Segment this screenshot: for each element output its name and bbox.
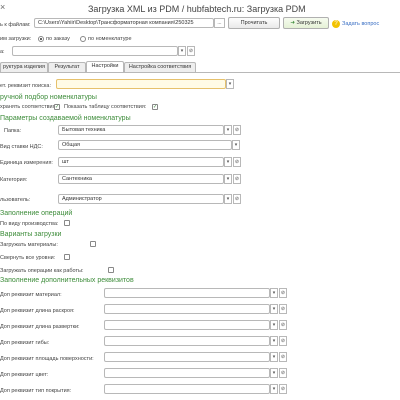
folder-open-icon[interactable]: ⊘ xyxy=(233,125,241,135)
search-attr-dropdown-icon[interactable]: ▾ xyxy=(226,79,234,89)
ask-question-link[interactable]: Задать вопрос xyxy=(342,21,379,27)
extra-material-open-icon[interactable]: ⊘ xyxy=(279,288,287,298)
load-materials-checkbox[interactable] xyxy=(90,241,96,247)
read-button[interactable]: Прочитать xyxy=(228,17,280,29)
mode-label: им загрузки: xyxy=(0,36,32,42)
extra-unfold-length-input[interactable] xyxy=(104,320,270,330)
extra-coating-open-icon[interactable]: ⊘ xyxy=(279,384,287,394)
folder-label: Папка: xyxy=(4,128,22,134)
extra-material-label: Доп реквизит материал: xyxy=(0,292,62,298)
extra-bends-input[interactable] xyxy=(104,336,270,346)
category-label: Категория: xyxy=(0,177,28,183)
collapse-levels-label: Свернуть все уровни: xyxy=(0,255,56,261)
extra-color-dropdown-icon[interactable]: ▾ xyxy=(270,368,278,378)
search-attr-input[interactable] xyxy=(56,79,226,89)
load-button[interactable]: ➜ Загрузить xyxy=(283,17,329,29)
save-mapping-label: хранять соответствия: xyxy=(0,104,58,110)
load-ops-label: Загружать операции как работы: xyxy=(0,268,84,274)
unit-input[interactable]: шт xyxy=(58,157,224,167)
unit-label: Единица измерения: xyxy=(0,160,53,166)
user-label: льзователь: xyxy=(0,197,31,203)
vat-label: Вид ставки НДС: xyxy=(0,144,43,150)
extra-bends-dropdown-icon[interactable]: ▾ xyxy=(270,336,278,346)
close-icon[interactable]: × xyxy=(0,2,6,12)
extra-unfold-length-label: Доп реквизит длина развертки: xyxy=(0,324,80,330)
mode-order-radio[interactable] xyxy=(38,36,44,42)
variants-section-title: Варианты загрузки xyxy=(0,231,62,238)
by-type-checkbox[interactable] xyxy=(64,220,70,226)
path-label: ь к файлам: xyxy=(0,22,31,28)
search-attr-label: ет. реквизит поиска: xyxy=(0,83,51,89)
extra-cut-length-input[interactable] xyxy=(104,304,270,314)
extra-color-input[interactable] xyxy=(104,368,270,378)
save-mapping-checkbox[interactable]: ✓ xyxy=(54,104,60,110)
extra-unfold-length-open-icon[interactable]: ⊘ xyxy=(279,320,287,330)
extra-material-dropdown-icon[interactable]: ▾ xyxy=(270,288,278,298)
extra-section-title: Заполнение дополнительных реквизитов xyxy=(0,277,134,284)
ops-section-title: Заполнение операций xyxy=(0,210,73,217)
show-mapping-checkbox[interactable]: ✓ xyxy=(152,104,158,110)
extra-cut-length-label: Доп реквизит длина раскроя: xyxy=(0,308,75,314)
user-open-icon[interactable]: ⊘ xyxy=(233,194,241,204)
extra-surface-area-open-icon[interactable]: ⊘ xyxy=(279,352,287,362)
extra-cut-length-dropdown-icon[interactable]: ▾ xyxy=(270,304,278,314)
extra-surface-area-dropdown-icon[interactable]: ▾ xyxy=(270,352,278,362)
load-button-label: Загрузить xyxy=(296,20,322,26)
load-materials-label: Загружать материалы: xyxy=(0,242,58,248)
extra-color-open-icon[interactable]: ⊘ xyxy=(279,368,287,378)
unit-dropdown-icon[interactable]: ▾ xyxy=(224,157,232,167)
window-title: Загрузка XML из PDM / hubfabtech.ru: Заг… xyxy=(88,4,306,14)
folder-dropdown-icon[interactable]: ▾ xyxy=(224,125,232,135)
tab-mapping-settings[interactable]: Настройка соответствия xyxy=(124,62,196,72)
tab-result[interactable]: Результат xyxy=(48,62,86,72)
extra-cut-length-open-icon[interactable]: ⊘ xyxy=(279,304,287,314)
vat-input[interactable]: Общая xyxy=(58,140,232,150)
user-dropdown-icon[interactable]: ▾ xyxy=(224,194,232,204)
mode-nomenclature-label: по номенклатуре xyxy=(88,36,132,42)
unit-open-icon[interactable]: ⊘ xyxy=(233,157,241,167)
order-open-icon[interactable]: ⊘ xyxy=(187,46,195,56)
mode-order-label: по заказу xyxy=(46,36,70,42)
collapse-levels-checkbox[interactable] xyxy=(64,254,70,260)
order-label: а: xyxy=(0,49,5,55)
extra-coating-label: Доп реквизит тип покрытия: xyxy=(0,388,72,394)
order-input[interactable] xyxy=(12,46,178,56)
tab-structure[interactable]: руктура изделия xyxy=(0,62,48,72)
extra-material-input[interactable] xyxy=(104,288,270,298)
show-mapping-label: Показать таблицу соответствия: xyxy=(64,104,147,110)
vat-dropdown-icon[interactable]: ▾ xyxy=(232,140,240,150)
arrow-icon: ➜ xyxy=(290,20,295,26)
load-ops-checkbox[interactable] xyxy=(108,267,114,273)
manual-section-title: ручной подбор номенклатуры xyxy=(0,94,97,101)
order-dropdown-icon[interactable]: ▾ xyxy=(178,46,186,56)
tab-divider xyxy=(0,72,400,73)
user-input[interactable]: Администратор xyxy=(58,194,224,204)
by-type-label: По виду производства: xyxy=(0,221,59,227)
browse-button[interactable]: ... xyxy=(214,18,225,28)
category-input[interactable]: Сантехника xyxy=(58,174,224,184)
category-dropdown-icon[interactable]: ▾ xyxy=(224,174,232,184)
extra-bends-open-icon[interactable]: ⊘ xyxy=(279,336,287,346)
extra-color-label: Доп реквизит цвет: xyxy=(0,372,49,378)
category-open-icon[interactable]: ⊘ xyxy=(233,174,241,184)
tab-settings[interactable]: Настройки xyxy=(86,61,124,72)
extra-surface-area-input[interactable] xyxy=(104,352,270,362)
mode-nomenclature-radio[interactable] xyxy=(80,36,86,42)
extra-bends-label: Доп реквизит гибы: xyxy=(0,340,50,346)
extra-coating-dropdown-icon[interactable]: ▾ xyxy=(270,384,278,394)
path-input[interactable]: C:\Users\Yahiir\Desktop\Трансформаторная… xyxy=(34,18,214,28)
folder-input[interactable]: Бытовая техника xyxy=(58,125,224,135)
extra-surface-area-label: Доп реквизит площадь поверхности: xyxy=(0,356,94,362)
extra-unfold-length-dropdown-icon[interactable]: ▾ xyxy=(270,320,278,330)
params-section-title: Параметры создаваемой номенклатуры xyxy=(0,115,131,122)
question-icon: ? xyxy=(332,20,340,28)
extra-coating-input[interactable] xyxy=(104,384,270,394)
